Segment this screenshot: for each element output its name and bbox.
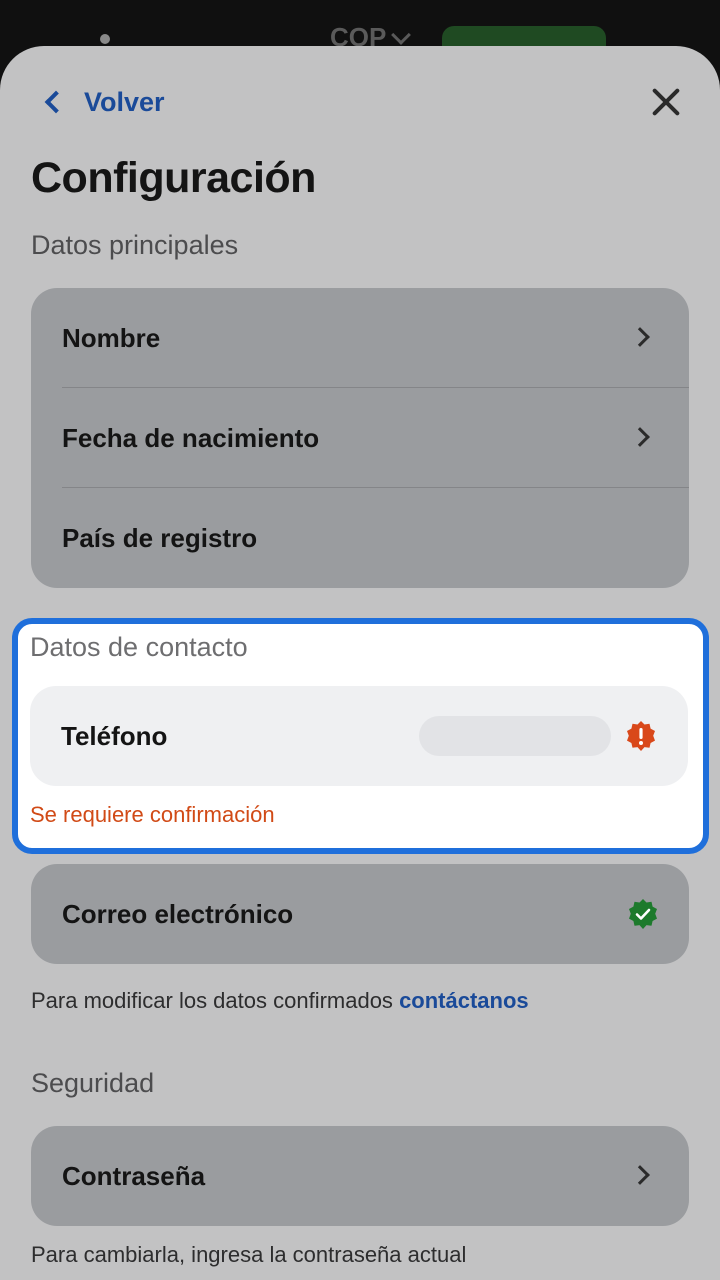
top-bar: Volver [0, 46, 720, 156]
phone-error-message: Se requiere confirmación [30, 802, 275, 827]
warning-badge-icon [627, 721, 655, 751]
back-label: Volver [84, 86, 165, 117]
row-label: País de registro [62, 522, 258, 553]
row-label: Teléfono [61, 720, 168, 751]
email-row[interactable]: Correo electrónico [31, 864, 689, 964]
settings-sheet: Volver Configuración Datos principales N… [0, 46, 720, 1280]
back-button[interactable]: Volver [36, 82, 165, 122]
row-password[interactable]: Contraseña [31, 1126, 689, 1226]
row-name[interactable]: Nombre [31, 288, 689, 388]
row-birthdate[interactable]: Fecha de nacimiento [31, 388, 689, 488]
password-note: Para cambiarla, ingresa la contraseña ac… [31, 1242, 467, 1267]
section-title-security: Seguridad [31, 1068, 155, 1098]
row-label: Fecha de nacimiento [62, 422, 320, 453]
row-phone[interactable]: Teléfono [30, 686, 688, 786]
chevron-down-icon [391, 25, 411, 45]
row-label: Nombre [62, 322, 161, 353]
section-title-contact: Datos de contacto [30, 632, 248, 662]
chevron-right-icon [630, 427, 650, 447]
section-title-main: Datos principales [31, 230, 239, 260]
row-registration-country: País de registro [31, 488, 689, 588]
chevron-right-icon [630, 1165, 650, 1185]
chevron-right-icon [630, 327, 650, 347]
contact-note: Para modificar los datos confirmados con… [31, 988, 529, 1014]
close-icon[interactable] [648, 84, 684, 120]
row-label: Correo electrónico [62, 898, 294, 929]
security-card: Contraseña [31, 1126, 689, 1226]
page-title: Configuración [31, 154, 316, 202]
status-dot [100, 34, 110, 44]
main-data-card: Nombre Fecha de nacimiento País de regis… [31, 288, 689, 588]
row-email[interactable]: Correo electrónico [31, 864, 689, 964]
check-badge-icon [629, 899, 657, 929]
contact-highlight: Datos de contacto Teléfono Se requiere c… [12, 618, 709, 854]
row-label: Contraseña [62, 1160, 206, 1191]
chevron-left-icon [44, 90, 68, 114]
contact-note-text: Para modificar los datos confirmados [31, 988, 393, 1013]
contact-us-link[interactable]: contáctanos [399, 988, 529, 1013]
phone-value-placeholder [419, 716, 611, 756]
